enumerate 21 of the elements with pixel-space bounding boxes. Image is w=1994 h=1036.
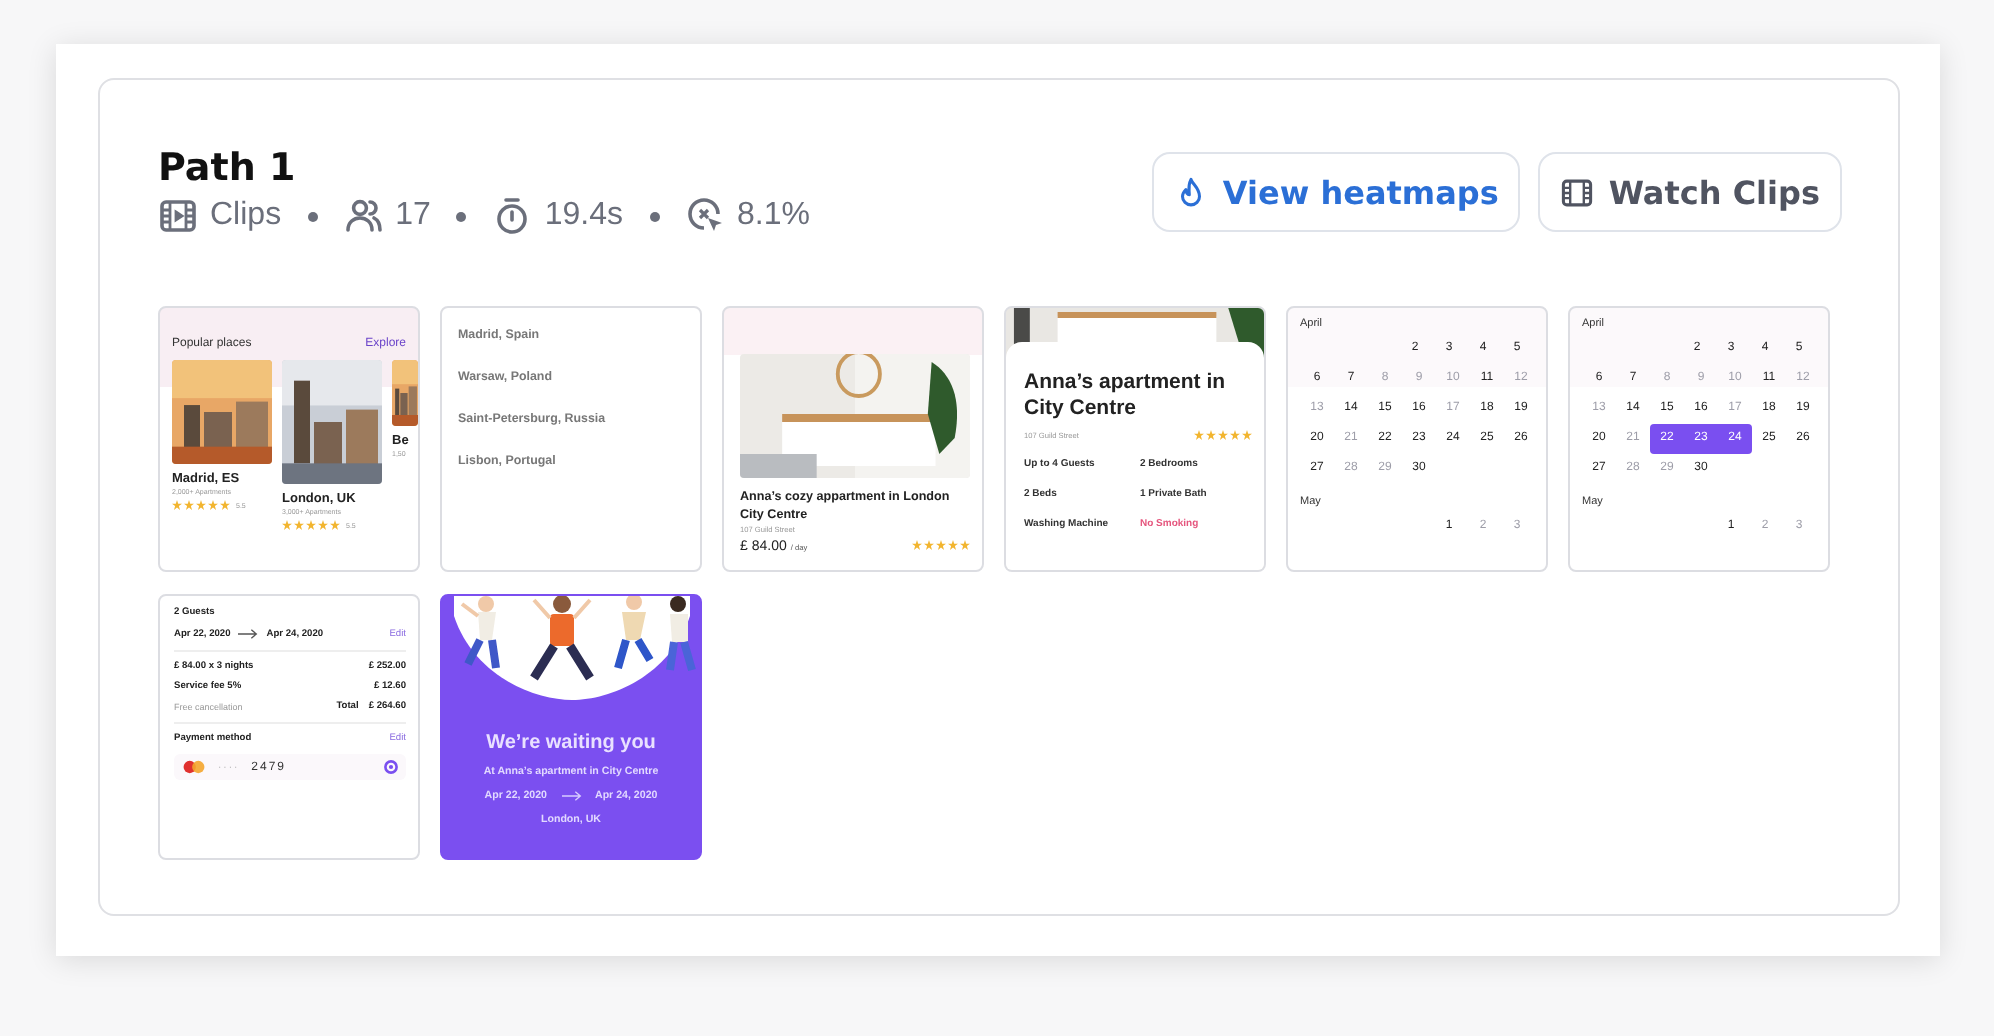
stat-value: 19.4s bbox=[544, 198, 623, 234]
arrow-icon bbox=[238, 628, 259, 640]
stat-value: Clips bbox=[210, 198, 282, 234]
watch-clips-button[interactable]: Watch Clips bbox=[1538, 152, 1842, 232]
separator-dot bbox=[456, 211, 467, 221]
stat-value: 8.1% bbox=[737, 198, 810, 234]
path-title: Path 1 bbox=[158, 144, 298, 192]
confirmation-title: We’re waiting you bbox=[486, 732, 656, 754]
apartment-title: Anna’s apartment in City Centre bbox=[1024, 370, 1228, 422]
arrow-icon bbox=[561, 790, 581, 802]
view-heatmaps-button[interactable]: View heatmaps bbox=[1152, 152, 1521, 232]
stat-value: 17 bbox=[395, 198, 431, 234]
film-icon bbox=[1560, 175, 1595, 209]
separator-dot bbox=[649, 211, 659, 221]
card-brand-icon bbox=[182, 760, 206, 774]
users-icon bbox=[343, 196, 384, 236]
separator-dot bbox=[307, 211, 318, 221]
film-icon bbox=[158, 196, 198, 236]
cursor-click-icon bbox=[685, 196, 725, 236]
radio-icon bbox=[384, 760, 398, 774]
timer-icon bbox=[492, 196, 533, 236]
